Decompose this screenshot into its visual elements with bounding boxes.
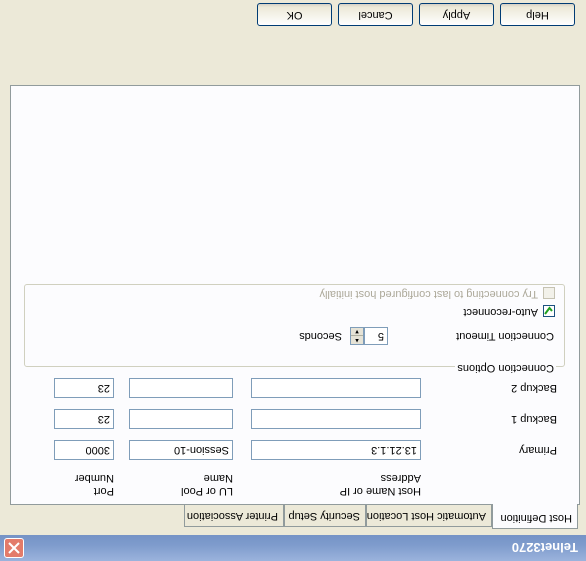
backup2-lu-input[interactable] [129, 378, 233, 398]
backup2-host-input[interactable] [251, 378, 421, 398]
host-definition-panel: Host Name or IP Address LU or Pool Name … [10, 85, 580, 505]
primary-port-input[interactable] [54, 440, 114, 460]
connection-timeout-input[interactable] [364, 327, 388, 345]
seconds-label: Seconds [299, 330, 342, 342]
telnet3270-dialog: Telnet3270 Host Definition Automatic Hos… [0, 0, 586, 561]
spin-down-icon[interactable]: ▼ [351, 327, 363, 335]
lu-column-header: LU or Pool Name [181, 472, 233, 497]
cancel-button[interactable]: Cancel [338, 3, 413, 26]
try-last-host-label: Try connecting to last configured host i… [319, 288, 538, 300]
primary-lu-input[interactable] [129, 440, 233, 460]
port-column-header: Port Number [74, 472, 114, 497]
host-column-header: Host Name or IP Address [339, 472, 421, 497]
backup1-host-input[interactable] [251, 409, 421, 429]
connection-options-title: Connection Options [455, 362, 556, 374]
ok-button[interactable]: OK [257, 3, 332, 26]
connection-timeout-label: Connection Timeout [456, 330, 554, 342]
checkmark-icon [544, 306, 553, 315]
try-last-host-checkbox [543, 287, 555, 299]
window-title: Telnet3270 [511, 540, 578, 555]
backup1-port-input[interactable] [54, 409, 114, 429]
auto-reconnect-checkbox[interactable] [543, 305, 555, 317]
apply-button[interactable]: Apply [419, 3, 494, 26]
primary-label: Primary [519, 444, 557, 456]
tab-automatic-host-location[interactable]: Automatic Host Location [366, 505, 492, 527]
connection-options-group: Connection Options Connection Timeout ▲ … [24, 284, 565, 374]
help-button[interactable]: Help [500, 3, 575, 26]
timeout-spinner[interactable]: ▲ ▼ [350, 327, 364, 345]
backup1-lu-input[interactable] [129, 409, 233, 429]
close-button[interactable] [4, 538, 24, 558]
auto-reconnect-label: Auto-reconnect [463, 306, 538, 318]
backup1-label: Backup 1 [511, 413, 557, 425]
backup2-port-input[interactable] [54, 378, 114, 398]
spin-up-icon[interactable]: ▲ [351, 335, 363, 344]
tab-strip: Host Definition Automatic Host Location … [0, 504, 580, 529]
tab-host-definition[interactable]: Host Definition [492, 504, 578, 529]
title-bar[interactable]: Telnet3270 [0, 535, 586, 561]
tab-security-setup[interactable]: Security Setup [284, 505, 366, 527]
tab-printer-association[interactable]: Printer Association [184, 505, 284, 527]
close-icon [8, 542, 20, 554]
primary-host-input[interactable] [251, 440, 421, 460]
backup2-label: Backup 2 [511, 382, 557, 394]
